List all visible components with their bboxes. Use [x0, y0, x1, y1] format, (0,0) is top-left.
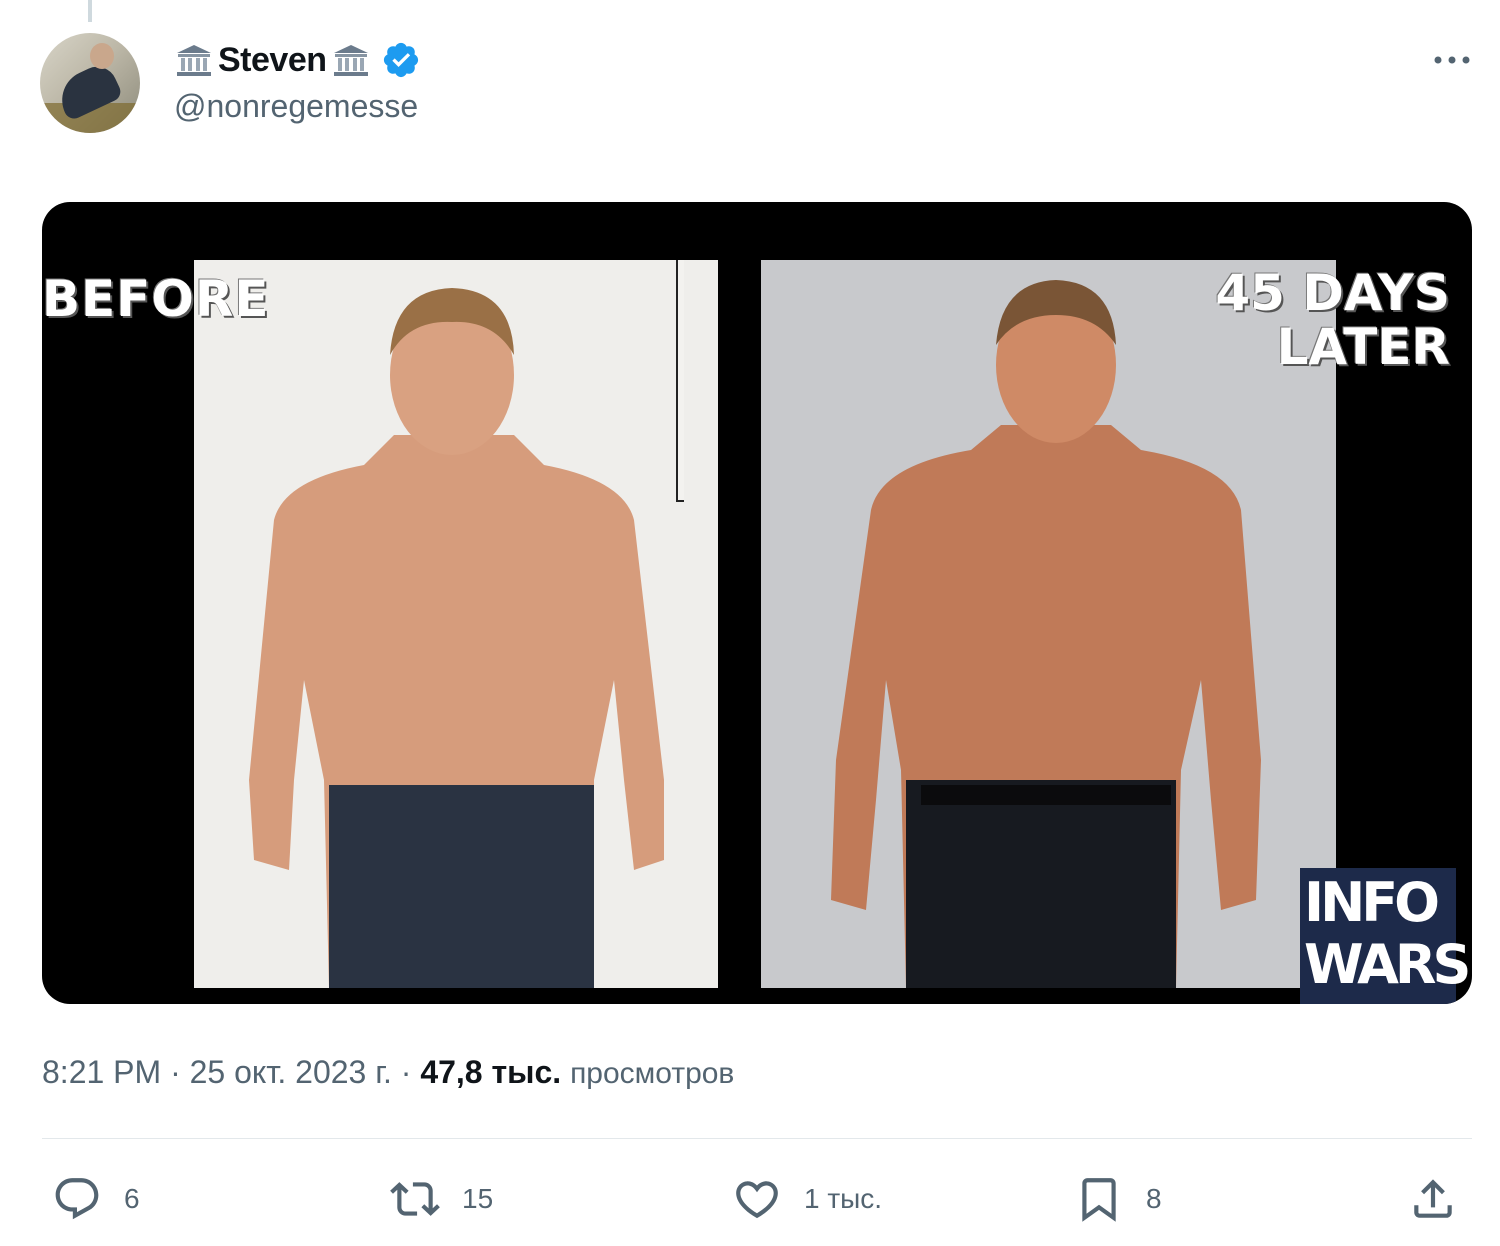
tweet-date[interactable]: 25 окт. 2023 г. [190, 1054, 392, 1090]
like-count: 1 тыс. [804, 1183, 883, 1214]
tweet[interactable]: Steven @nonregemesse BEFORE 45 DAYS LATE… [0, 0, 1500, 1246]
after-label-line2: LATER [1276, 318, 1450, 376]
classical-building-icon [331, 42, 371, 78]
reply-count: 6 [124, 1183, 140, 1214]
repost-icon [390, 1182, 440, 1216]
repost-count: 15 [462, 1183, 494, 1214]
verified-badge-icon[interactable] [381, 40, 421, 80]
action-bar: 6 15 1 тыс. 8 [0, 1166, 1500, 1236]
heart-icon [736, 1181, 778, 1219]
share-button[interactable] [1408, 1166, 1458, 1232]
after-photo-figure [761, 260, 1336, 988]
avatar[interactable] [40, 33, 140, 133]
bookmark-count: 8 [1146, 1183, 1162, 1214]
after-label-line1: 45 DAYS [1215, 264, 1450, 322]
logo-line1: INFO [1304, 871, 1440, 934]
tweet-metadata: 8:21 PM · 25 окт. 2023 г. · 47,8 тыс. пр… [42, 1054, 734, 1091]
thread-connector-line [88, 0, 92, 22]
before-label: BEFORE [42, 270, 270, 328]
tweet-time[interactable]: 8:21 PM [42, 1054, 161, 1090]
tweet-media-image[interactable]: BEFORE 45 DAYS LATER INFO WARS [42, 202, 1472, 1004]
like-button[interactable]: 1 тыс. [732, 1166, 882, 1232]
before-photo [194, 260, 718, 988]
classical-building-icon [174, 42, 214, 78]
views-count: 47,8 тыс. [420, 1054, 562, 1090]
divider [42, 1138, 1472, 1139]
bookmark-button[interactable]: 8 [1074, 1166, 1162, 1232]
more-options-button[interactable] [1422, 40, 1482, 80]
reply-icon [55, 1178, 99, 1220]
logo-line2: WARS [1304, 933, 1471, 996]
author-display-name[interactable]: Steven [218, 41, 327, 80]
bookmark-icon [1082, 1178, 1116, 1222]
author-handle[interactable]: @nonregemesse [174, 88, 418, 125]
door-frame [676, 260, 684, 502]
before-photo-figure [194, 260, 718, 988]
views-label: просмотров [570, 1057, 735, 1090]
meta-separator: · [391, 1054, 421, 1090]
after-photo [761, 260, 1336, 988]
more-dots-icon [1434, 56, 1470, 64]
meta-separator: · [161, 1054, 190, 1090]
avatar-head [90, 43, 114, 69]
reply-button[interactable]: 6 [52, 1166, 140, 1232]
infowars-logo: INFO WARS [1300, 868, 1471, 1004]
repost-button[interactable]: 15 [390, 1166, 493, 1232]
author-name-row[interactable]: Steven [174, 38, 421, 82]
share-icon [1414, 1179, 1452, 1218]
